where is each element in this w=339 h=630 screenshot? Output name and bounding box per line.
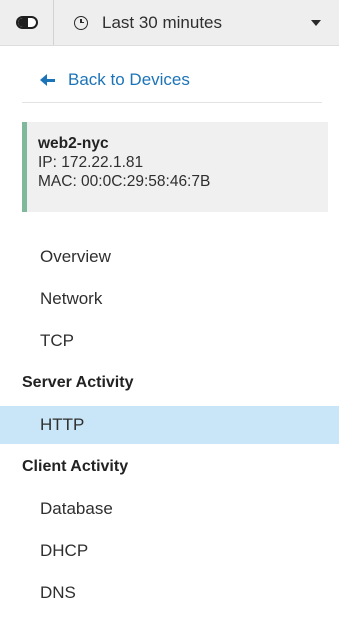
nav-item-dhcp[interactable]: DHCP [0,532,339,570]
section-header-client-activity: Client Activity [22,458,129,475]
clock-icon [74,15,88,30]
nav-item-dns[interactable]: DNS [0,574,339,612]
back-link-label: Back to Devices [68,70,190,89]
nav-item-http[interactable]: HTTP [0,406,339,444]
nav-item-database[interactable]: Database [0,490,339,528]
nav-item-network[interactable]: Network [0,280,339,318]
caret-down-icon [311,19,321,26]
section-header-server-activity: Server Activity [22,374,134,391]
time-range-label: Last 30 minutes [102,12,223,32]
back-to-devices-link[interactable]: Back to Devices [40,70,190,90]
time-range-selector[interactable]: Last 30 minutes [54,0,339,45]
nav-item-overview[interactable]: Overview [0,238,339,276]
device-mac: MAC: 00:0C:29:58:46:7B [38,173,211,190]
sidebar-toggle-button[interactable] [0,0,54,45]
device-info-card: web2-nyc IP: 172.22.1.81 MAC: 00:0C:29:5… [22,122,328,212]
arrow-left-icon [40,74,55,86]
device-sidebar: Last 30 minutes Back to Devices web2-nyc… [0,0,339,630]
device-ip: IP: 172.22.1.81 [38,154,144,171]
nav-item-tcp[interactable]: TCP [0,322,339,360]
time-toolbar: Last 30 minutes [0,0,339,46]
device-name: web2-nyc [38,135,109,152]
toggle-icon [15,16,38,29]
divider [22,102,322,103]
